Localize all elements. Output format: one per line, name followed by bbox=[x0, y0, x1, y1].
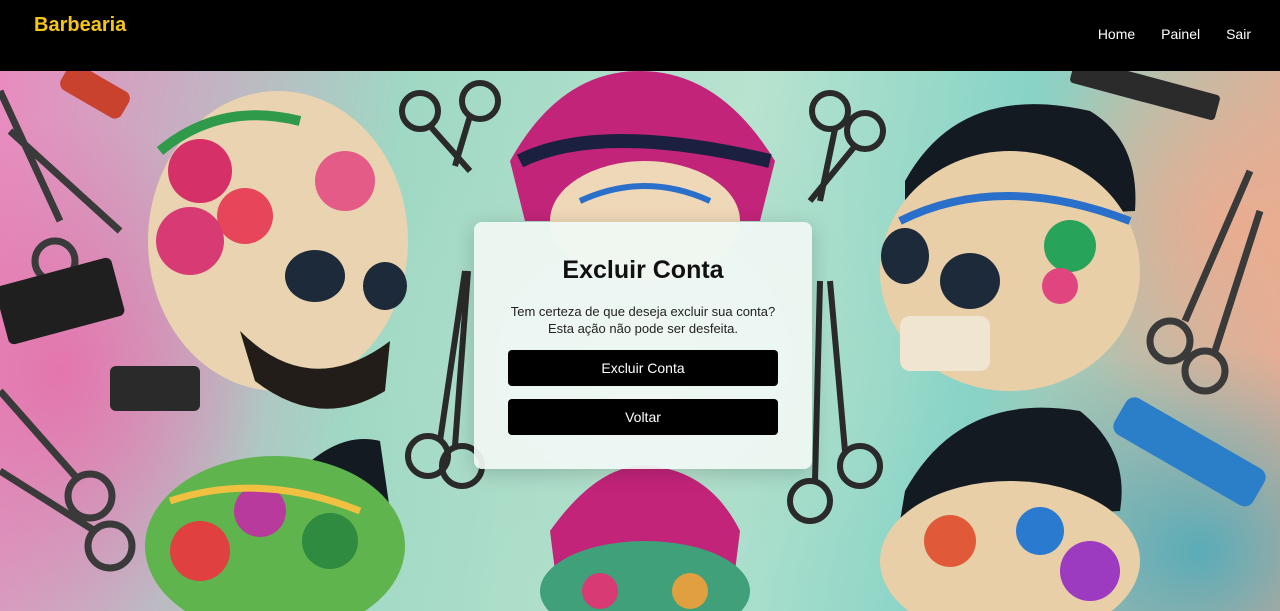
skull-icon bbox=[540, 465, 750, 611]
nav-link-sair[interactable]: Sair bbox=[1226, 26, 1251, 42]
nav-link-home[interactable]: Home bbox=[1098, 26, 1135, 42]
skull-icon bbox=[880, 104, 1140, 391]
scissors-icon bbox=[399, 80, 501, 173]
scissors-icon bbox=[405, 270, 485, 489]
skull-icon bbox=[148, 91, 408, 409]
scissors-icon bbox=[0, 388, 136, 572]
nav-links: Home Painel Sair bbox=[1098, 26, 1251, 42]
skull-icon bbox=[880, 407, 1140, 611]
razor-icon bbox=[60, 71, 130, 119]
scissors-icon bbox=[807, 90, 886, 203]
modal-message: Tem certeza de que deseja excluir sua co… bbox=[510, 304, 776, 336]
scissors-icon bbox=[0, 89, 123, 285]
nav-link-painel[interactable]: Painel bbox=[1161, 26, 1200, 42]
delete-account-modal: Excluir Conta Tem certeza de que deseja … bbox=[474, 222, 812, 469]
brand-logo-link[interactable]: Barbearia bbox=[34, 14, 126, 37]
navbar: Barbearia Home Painel Sair bbox=[0, 0, 1280, 71]
back-button[interactable]: Voltar bbox=[508, 399, 778, 435]
comb-icon bbox=[110, 366, 200, 411]
skull-icon bbox=[145, 439, 405, 611]
razor-icon bbox=[1113, 397, 1266, 507]
modal-title: Excluir Conta bbox=[562, 256, 724, 284]
delete-account-button[interactable]: Excluir Conta bbox=[508, 350, 778, 386]
comb-icon bbox=[0, 257, 125, 345]
scissors-icon bbox=[1146, 169, 1264, 395]
